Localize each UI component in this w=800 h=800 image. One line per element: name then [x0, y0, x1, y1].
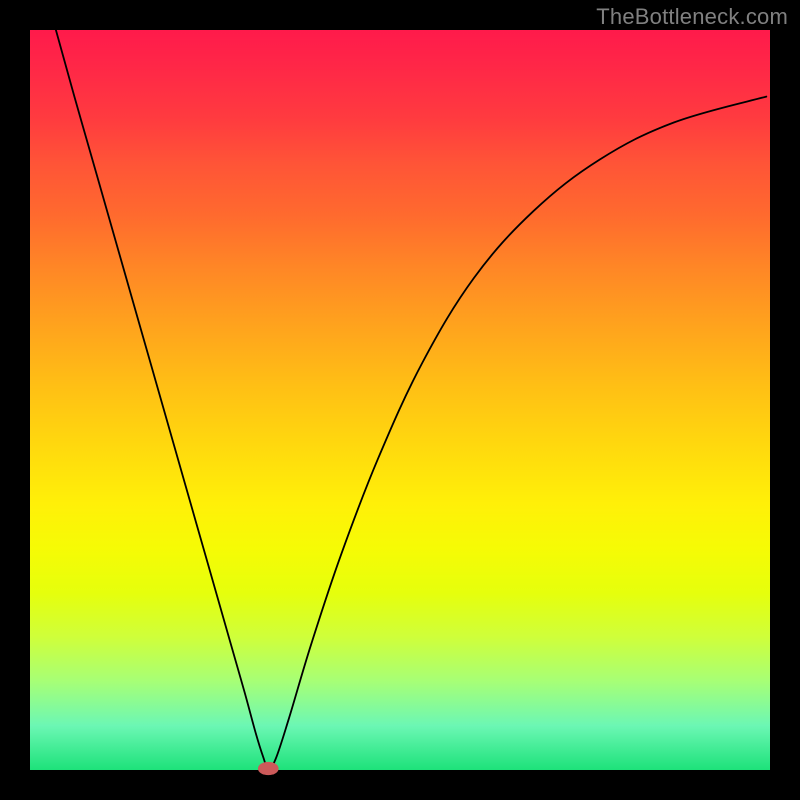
- plot-area: [30, 30, 770, 770]
- watermark-text: TheBottleneck.com: [596, 4, 788, 30]
- chart-svg: [30, 30, 770, 770]
- bottleneck-curve: [56, 30, 766, 769]
- chart-frame: TheBottleneck.com: [0, 0, 800, 800]
- min-marker: [258, 762, 279, 775]
